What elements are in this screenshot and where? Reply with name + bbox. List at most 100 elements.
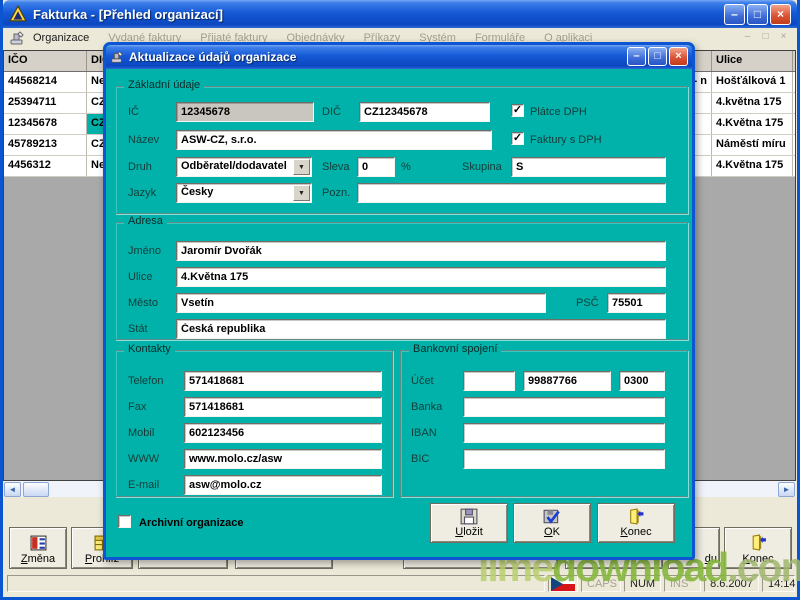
telefon-input[interactable] xyxy=(184,371,382,391)
dropdown-button[interactable]: ▼ xyxy=(293,159,310,175)
group-legend: Základní údaje xyxy=(124,79,204,91)
fax-input[interactable] xyxy=(184,397,382,417)
group-legend: Adresa xyxy=(124,215,167,227)
archivni-organizace-label: Archivní organizace xyxy=(139,517,244,529)
column-header-ico: IČO xyxy=(4,51,87,71)
cell-ulice[interactable]: 4.Května 175 xyxy=(712,114,793,134)
menu-organizace[interactable]: Organizace xyxy=(33,32,89,44)
save-button[interactable]: Uložit xyxy=(430,503,508,543)
ic-input[interactable] xyxy=(176,102,314,122)
scroll-right-icon[interactable]: ► xyxy=(778,482,795,497)
status-bar: CAPS NUM INS 8.6.2007 14:14 xyxy=(3,573,797,594)
dialog-minimize-button[interactable]: – xyxy=(627,47,646,66)
bic-input[interactable] xyxy=(463,449,665,469)
language-flag-panel xyxy=(548,575,578,592)
chevron-down-icon: ▼ xyxy=(298,164,305,171)
platce-dph-label: Plátce DPH xyxy=(530,106,587,118)
status-date: 8.6.2007 xyxy=(704,575,759,592)
ucet-bank-code-input[interactable] xyxy=(619,371,665,391)
zmena-button[interactable]: Změna xyxy=(9,527,67,569)
druh-combobox[interactable]: Odběratel/dodavatel ▼ xyxy=(176,157,312,177)
email-label: E-mail xyxy=(128,479,159,491)
chevron-down-icon: ▼ xyxy=(298,190,305,197)
fax-label: Fax xyxy=(128,401,146,413)
maximize-button[interactable]: □ xyxy=(747,4,768,25)
faktury-s-dph-checkbox[interactable]: ✓ xyxy=(511,132,524,145)
percent-label: % xyxy=(401,161,411,173)
cell-ico[interactable]: 4456312 xyxy=(4,156,87,176)
archivni-organizace-checkbox[interactable] xyxy=(118,515,131,528)
title-bar[interactable]: Fakturka - [Přehled organizací] – □ × xyxy=(3,0,797,28)
toolbar-partial-label: du xyxy=(705,553,717,565)
cell-ico[interactable]: 44568214 xyxy=(4,72,87,92)
stamp-icon xyxy=(9,30,25,46)
fakturka-logo-icon xyxy=(9,5,27,23)
jmeno-input[interactable] xyxy=(176,241,666,261)
dialog-body: Základní údaje IČ DIČ ✓ Plátce DPH Název… xyxy=(106,69,692,557)
dropdown-button[interactable]: ▼ xyxy=(293,185,310,201)
mdi-restore-button[interactable]: □ xyxy=(758,30,773,44)
status-message-panel xyxy=(7,575,545,592)
mesto-input[interactable] xyxy=(176,293,546,313)
konec-toolbar-label: Konec xyxy=(742,553,773,565)
mdi-minimize-button[interactable]: – xyxy=(740,30,755,44)
psc-input[interactable] xyxy=(607,293,666,313)
check-icon: ✓ xyxy=(512,105,523,116)
ucet-label: Účet xyxy=(411,375,434,387)
mobil-input[interactable] xyxy=(184,423,382,443)
cell-ico[interactable]: 45789213 xyxy=(4,135,87,155)
ulice-input[interactable] xyxy=(176,267,666,287)
ins-indicator: INS xyxy=(664,575,701,592)
ucet-number-input[interactable] xyxy=(523,371,611,391)
scroll-left-icon[interactable]: ◄ xyxy=(4,482,21,497)
konec-toolbar-button[interactable]: Konec xyxy=(724,527,792,569)
psc-label: PSČ xyxy=(576,297,599,309)
scrollbar-thumb[interactable] xyxy=(23,482,49,497)
iban-input[interactable] xyxy=(463,423,665,443)
floppy-icon xyxy=(460,508,478,525)
cell-ico[interactable]: 25394711 xyxy=(4,93,87,113)
cell-ulice[interactable]: 4.Května 175 xyxy=(712,156,793,176)
jazyk-value: Česky xyxy=(181,186,213,198)
jazyk-combobox[interactable]: Česky ▼ xyxy=(176,183,312,203)
ok-button[interactable]: OK xyxy=(513,503,591,543)
iban-label: IBAN xyxy=(411,427,437,439)
close-button[interactable]: × xyxy=(770,4,791,25)
nazev-input[interactable] xyxy=(176,130,492,150)
cell-ulice[interactable]: Hošťálková 1 xyxy=(712,72,793,92)
jmeno-label: Jméno xyxy=(128,245,161,257)
skupina-input[interactable] xyxy=(511,157,666,177)
status-time: 14:14 xyxy=(762,575,795,592)
dialog-maximize-button[interactable]: □ xyxy=(648,47,667,66)
close-dialog-button-label: Konec xyxy=(620,526,651,538)
banka-input[interactable] xyxy=(463,397,665,417)
organization-dialog: Aktualizace údajů organizace – □ × Zákla… xyxy=(103,42,695,560)
minimize-button[interactable]: – xyxy=(724,4,745,25)
group-bankovni-spojeni: Bankovní spojení Účet Banka IBAN BIC xyxy=(400,350,688,497)
mesto-label: Město xyxy=(128,297,158,309)
cell-ico[interactable]: 12345678 xyxy=(4,114,87,134)
mdi-close-button[interactable]: × xyxy=(776,30,791,44)
www-label: WWW xyxy=(128,453,159,465)
skupina-label: Skupina xyxy=(462,161,502,173)
sleva-input[interactable] xyxy=(357,157,395,177)
dialog-close-button[interactable]: × xyxy=(669,47,688,66)
ucet-prefix-input[interactable] xyxy=(463,371,515,391)
dialog-title-bar[interactable]: Aktualizace údajů organizace – □ × xyxy=(106,45,692,69)
group-kontakty: Kontakty Telefon Fax Mobil WWW E-mail xyxy=(115,350,393,497)
close-dialog-button[interactable]: Konec xyxy=(597,503,675,543)
telefon-label: Telefon xyxy=(128,375,163,387)
cell-ulice[interactable]: 4.května 175 xyxy=(712,93,793,113)
www-input[interactable] xyxy=(184,449,382,469)
pozn-input[interactable] xyxy=(357,183,666,203)
email-input[interactable] xyxy=(184,475,382,495)
stat-input[interactable] xyxy=(176,319,666,339)
czech-flag-icon xyxy=(551,577,575,591)
ok-check-icon xyxy=(543,508,561,525)
dic-input[interactable] xyxy=(359,102,490,122)
faktury-s-dph-label: Faktury s DPH xyxy=(530,134,602,146)
save-button-label: Uložit xyxy=(455,526,483,538)
platce-dph-checkbox[interactable]: ✓ xyxy=(511,104,524,117)
cell-ulice[interactable]: Náměstí míru xyxy=(712,135,793,155)
bic-label: BIC xyxy=(411,453,429,465)
